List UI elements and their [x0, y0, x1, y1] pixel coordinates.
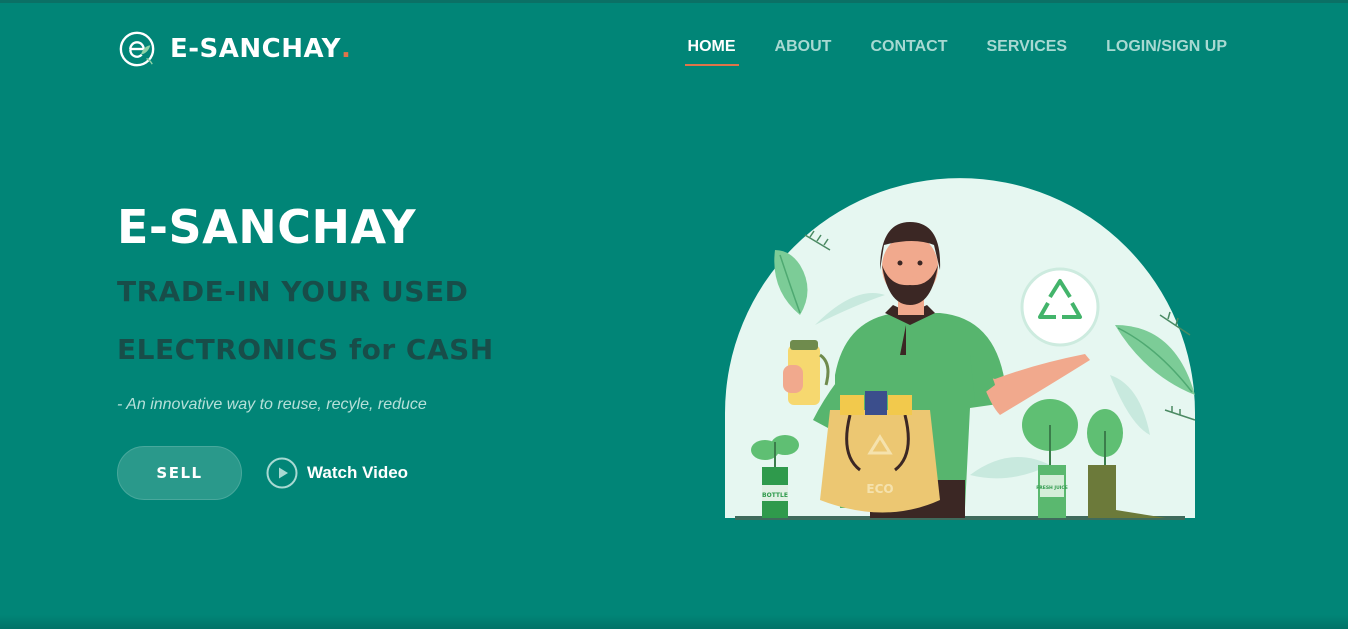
juice-label: FRESH JUICE	[1036, 485, 1068, 491]
sell-button[interactable]: SELL	[117, 446, 242, 500]
hero-title: E-SANCHAY	[117, 200, 417, 254]
top-border	[0, 0, 1348, 3]
brand-name: E-SANCHAY	[170, 34, 341, 64]
main-nav: HOME ABOUT CONTACT SERVICES LOGIN/SIGN U…	[684, 38, 1230, 66]
watch-video-link[interactable]: Watch Video	[266, 457, 408, 489]
play-circle-icon	[266, 457, 298, 489]
eco-bag	[820, 410, 940, 513]
recycle-leaf-logo-icon	[119, 31, 155, 67]
hero-illustration: ECO BOTTLE FRESH JUICE	[725, 178, 1196, 520]
nav-contact[interactable]: CONTACT	[867, 38, 950, 66]
bottom-shadow	[0, 615, 1348, 629]
bag-label: ECO	[866, 482, 893, 496]
nav-home[interactable]: HOME	[684, 38, 739, 66]
brand-dot: .	[340, 34, 351, 64]
bottle-label: BOTTLE	[762, 492, 788, 499]
brand-logo[interactable]: E-SANCHAY .	[118, 30, 351, 68]
hero-tagline-line2: ELECTRONICS for CASH	[117, 333, 494, 366]
nav-login-signup[interactable]: LOGIN/SIGN UP	[1103, 38, 1230, 66]
hero-tagline-line1: TRADE-IN YOUR USED	[117, 275, 469, 308]
nav-about[interactable]: ABOUT	[772, 38, 835, 66]
nav-services[interactable]: SERVICES	[983, 38, 1070, 66]
hero-subtitle: - An innovative way to reuse, recyle, re…	[117, 396, 427, 413]
watch-video-label: Watch Video	[307, 463, 409, 482]
